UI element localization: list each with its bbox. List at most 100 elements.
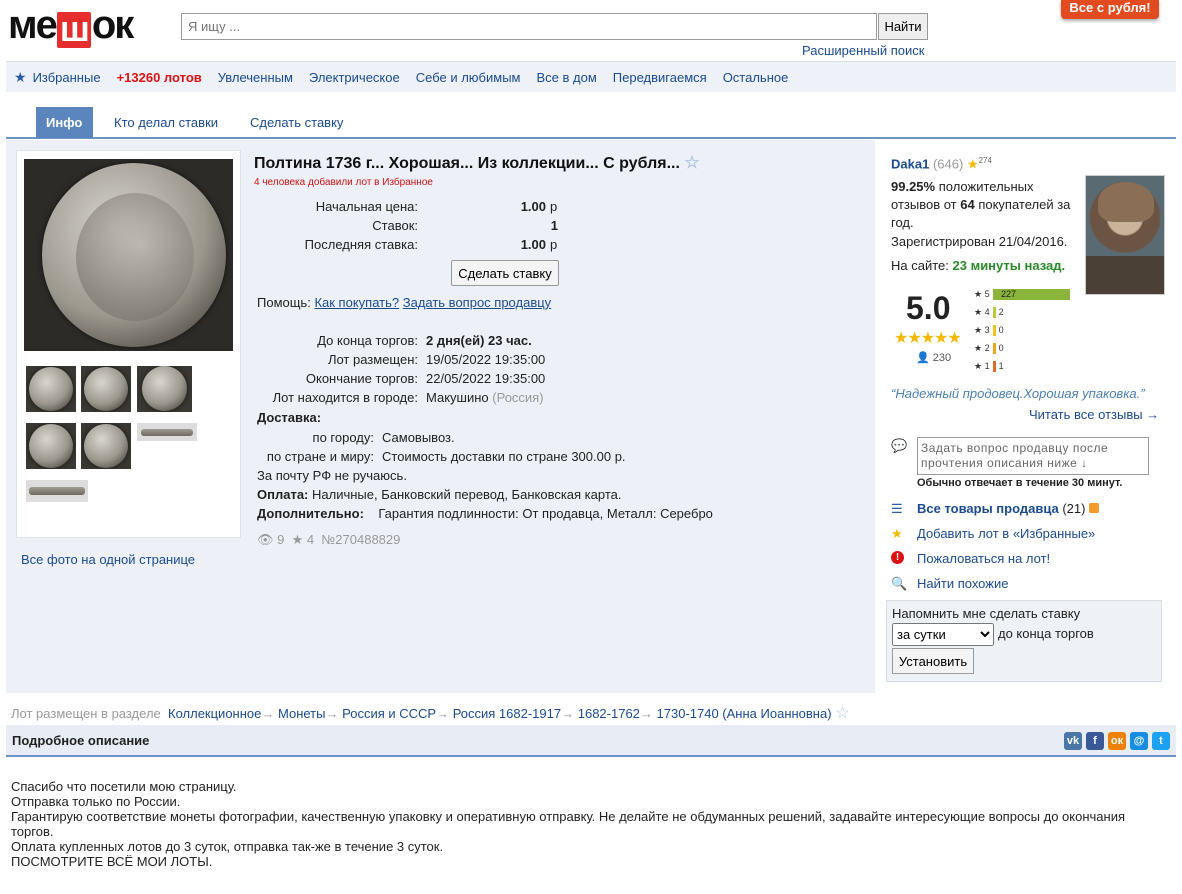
seller-name-link[interactable]: Daka1 [891,156,929,171]
breadcrumb: Лот размещен в разделе Коллекционное→ Мо… [11,705,850,722]
add-favorite-link[interactable]: Добавить лот в «Избранные» [917,526,1095,541]
remind-suffix: до конца торгов [998,626,1094,641]
tab-bidders[interactable]: Кто делал ставки [104,107,228,138]
rating-bar-star: ★ 2 [974,342,990,353]
description-line: Отправка только по России. [11,794,181,809]
list-icon: ☰ [891,501,903,516]
favorites-note: 4 человека добавили лот в Избранное [254,177,433,188]
ends-in-value: 2 дня(ей) 23 час. [426,333,532,348]
star-outline-icon[interactable]: ☆ [684,153,699,172]
help-row: Помощь: Как покупать? Задать вопрос прод… [257,295,552,310]
facebook-icon[interactable]: f [1086,732,1104,750]
make-bid-button[interactable]: Сделать ставку [451,260,559,286]
vk-icon[interactable]: vk [1064,732,1082,750]
nav-item[interactable]: Увлеченным [218,70,293,85]
nav-item[interactable]: Остальное [723,70,789,85]
tab-make-bid[interactable]: Сделать ставку [240,107,353,138]
site-logo[interactable]: ме ш ок [8,3,134,48]
end-label: Окончание торгов: [305,371,418,386]
photo-thumbnail[interactable] [81,366,131,412]
description-line: Гарантирую соответствие монеты фотографи… [11,809,1126,839]
user-icon: 👤 [916,352,930,364]
breadcrumb-item[interactable]: Монеты [278,706,325,721]
ends-in-label: До конца торгов: [317,333,418,348]
remind-label: Напомнить мне сделать ставку [892,606,1081,621]
breadcrumb-item[interactable]: Россия 1682-1917 [453,706,561,721]
remind-select[interactable]: за сутки [892,623,994,646]
lot-main: Все фото на одной странице Полтина 1736 … [6,140,875,693]
seller-positive: 99.25% положительных отзывов от 64 покуп… [891,179,1071,230]
advanced-search-link[interactable]: Расширенный поиск [802,43,924,58]
mail-icon[interactable]: @ [1130,732,1148,750]
photo-gallery [16,150,241,538]
rating-bar-star: ★ 5 [974,288,990,299]
rating-bar-count: 0 [998,325,1004,335]
photo-thumbnail[interactable] [137,366,192,412]
rating-bar-count: 2 [998,307,1004,317]
star-icon: ★ [14,68,27,85]
city-delivery-value: Самовывоз. [382,430,455,445]
rss-icon[interactable] [1089,503,1100,513]
start-price-value: 1.00 [520,199,546,214]
seller-star-icon: ★ [966,156,979,172]
all-photos-link[interactable]: Все фото на одной странице [21,552,195,567]
delivery-label: Доставка: [257,410,322,425]
breadcrumb-item[interactable]: 1730-1740 (Анна Иоанновна) [657,706,832,721]
all-reviews-link[interactable]: Читать все отзывы → [1029,407,1159,422]
tab-info[interactable]: Инфо [36,107,93,138]
rating-votes: 👤 230 [916,352,952,364]
find-button[interactable]: Найти [878,13,928,40]
nav-item[interactable]: Себе и любимым [416,70,521,85]
rating-bar-row: ★ 2 0 [974,341,1004,355]
city-value: Макушино (Россия) [426,390,544,405]
star-outline-icon[interactable]: ☆ [835,705,849,722]
seller-name-row: Daka1 (646) ★274 [891,156,992,172]
seller-avatar[interactable] [1085,175,1165,295]
photo-thumbnail[interactable] [26,366,76,412]
description-line: ПОСМОТРИТЕ ВСЁ МОИ ЛОТЫ. [11,854,213,869]
last-bid-value: 1.00 [520,237,546,252]
rating-bar-fill [992,360,996,372]
photo-thumbnail[interactable] [26,423,76,469]
search-input[interactable] [181,13,877,40]
placed-label: Лот размещен: [327,352,418,367]
promo-badge[interactable]: Все с рубля! [1061,0,1159,19]
star-icon: ★ [891,526,903,541]
complain-link[interactable]: Пожаловаться на лот! [917,551,1050,566]
rating-bar-fill [992,342,996,354]
main-photo[interactable] [24,159,233,351]
rating-bar-star: ★ 4 [974,306,990,317]
description-line: Спасибо что посетили мою страницу. [11,779,237,794]
bids-label: Ставок: [372,218,418,233]
nav-favorites[interactable]: Избранные [33,70,101,85]
set-remind-button[interactable]: Установить [892,648,974,674]
photo-thumbnail[interactable] [81,423,131,469]
odnoklassniki-icon[interactable]: ок [1108,732,1126,750]
how-to-buy-link[interactable]: Как покупать? [314,295,399,310]
question-textarea[interactable]: Задать вопрос продавцу после прочтения о… [917,437,1149,475]
chat-icon: 💬 [891,438,908,453]
photo-thumbnail[interactable] [137,423,197,441]
photo-thumbnail[interactable] [26,480,88,502]
nav-item[interactable]: Передвигаемся [613,70,707,85]
lot-number: №270488829 [321,532,401,547]
ask-seller-link[interactable]: Задать вопрос продавцу [403,295,551,310]
extra-row: Дополнительно: Гарантия подлинности: От … [257,506,713,521]
all-goods-link[interactable]: Все товары продавца [917,501,1059,516]
all-goods-row: Все товары продавца (21) [917,501,1100,516]
find-similar-link[interactable]: Найти похожие [917,576,1008,591]
twitter-icon[interactable]: t [1152,732,1170,750]
description-line: Оплата купленных лотов до 3 суток, отпра… [11,839,444,854]
remind-box: Напомнить мне сделать ставку за сутки до… [886,600,1162,682]
eye-icon: 👁 [257,532,274,547]
nav-item[interactable]: Электрическое [309,70,400,85]
breadcrumb-item[interactable]: Коллекционное [168,706,261,721]
placed-value: 19/05/2022 19:35:00 [426,352,546,367]
nav-new-lots[interactable]: +13260 лотов [117,70,202,85]
breadcrumb-item[interactable]: 1682-1762 [578,706,640,721]
rating-bar-count: 0 [998,343,1004,353]
breadcrumb-item[interactable]: Россия и СССР [342,706,436,721]
nav-item[interactable]: Все в дом [536,70,596,85]
world-delivery-value: Стоимость доставки по стране 300.00 р. [382,449,626,464]
alert-icon: ! [891,551,904,564]
